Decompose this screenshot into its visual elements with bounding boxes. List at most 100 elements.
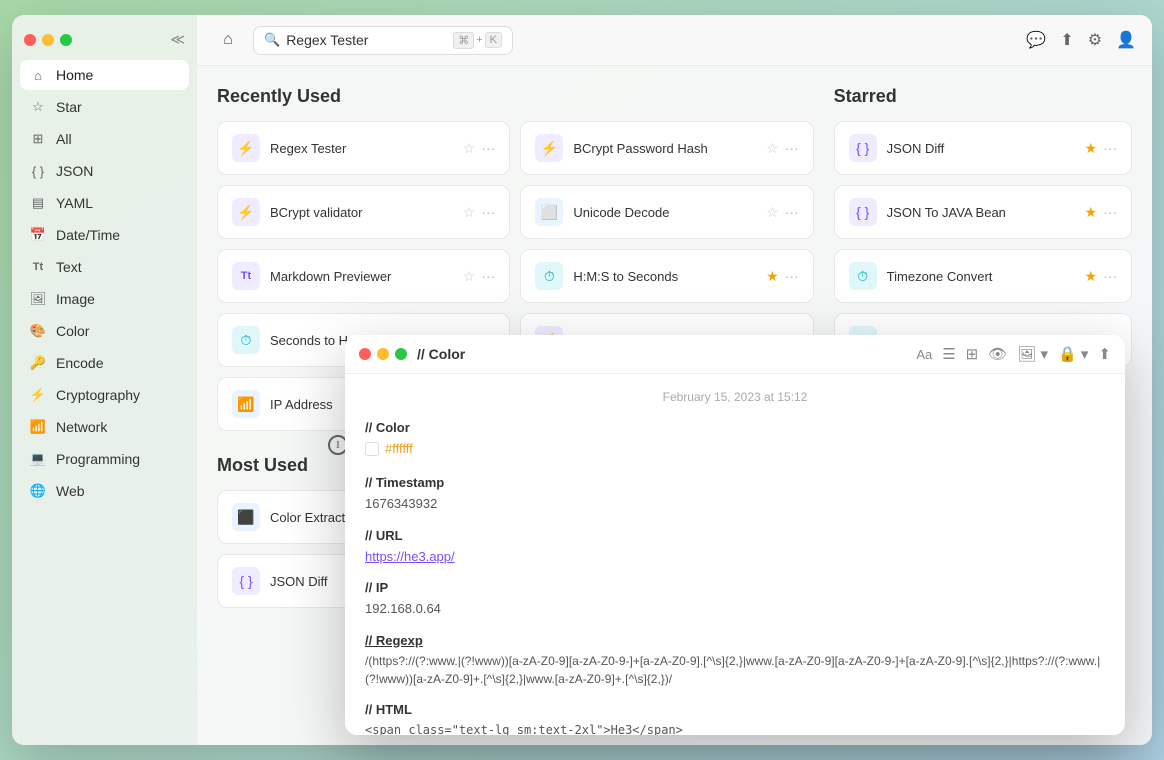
collapse-sidebar-button[interactable]: ≪	[170, 31, 185, 48]
grid-view-icon[interactable]: ⊞	[966, 345, 979, 363]
tool-card-bcrypt-hash[interactable]: ⚡ BCrypt Password Hash ☆ ···	[520, 121, 813, 175]
lock-icon[interactable]: 🔒 ▾	[1058, 345, 1088, 363]
sidebar-item-programming[interactable]: 💻 Programming	[20, 444, 189, 474]
more-bcrypt-validator[interactable]: ···	[481, 204, 495, 220]
more-hms-to-seconds[interactable]: ···	[785, 268, 799, 284]
tool-name-unicode-decode: Unicode Decode	[573, 205, 756, 220]
more-bcrypt-hash[interactable]: ···	[785, 140, 799, 156]
more-timezone-starred[interactable]: ···	[1103, 268, 1117, 284]
minimize-button[interactable]	[42, 34, 54, 46]
tool-icon-json-diff-starred: { }	[849, 134, 877, 162]
star-markdown[interactable]: ☆	[463, 268, 476, 285]
star-timezone-starred[interactable]: ★	[1084, 268, 1097, 285]
sidebar-item-json[interactable]: { } JSON	[20, 156, 189, 186]
maximize-button[interactable]	[60, 34, 72, 46]
sidebar-item-programming-label: Programming	[56, 451, 140, 467]
home-button[interactable]: ⌂	[213, 25, 243, 55]
star-json-diff-starred[interactable]: ★	[1084, 140, 1097, 157]
user-icon[interactable]: 👤	[1116, 30, 1136, 50]
list-view-icon[interactable]: ☰	[942, 345, 955, 363]
modal-url-value[interactable]: https://he3.app/	[365, 547, 1105, 567]
sidebar-item-text[interactable]: Tt Text	[20, 252, 189, 282]
more-json-java[interactable]: ···	[1103, 204, 1117, 220]
sidebar-item-datetime[interactable]: 📅 Date/Time	[20, 220, 189, 250]
tool-icon-markdown: Tt	[232, 262, 260, 290]
modal-close-button[interactable]	[359, 348, 371, 360]
home-icon: ⌂	[30, 67, 46, 83]
cmd-key: ⌘	[453, 32, 474, 49]
modal-body: February 15, 2023 at 15:12 // Color #fff…	[345, 374, 1125, 735]
yaml-icon: ▤	[30, 195, 46, 211]
tool-card-unicode-decode[interactable]: ⬜ Unicode Decode ☆ ···	[520, 185, 813, 239]
star-json-java[interactable]: ★	[1084, 204, 1097, 221]
card-actions-regex: ☆ ···	[463, 140, 496, 157]
network-icon: 📶	[30, 419, 46, 435]
export-icon[interactable]: ⬆	[1098, 345, 1111, 363]
modal-maximize-button[interactable]	[395, 348, 407, 360]
tool-icon-unicode-decode: ⬜	[535, 198, 563, 226]
more-regex-tester[interactable]: ···	[481, 140, 495, 156]
settings-icon[interactable]: ⚙	[1088, 30, 1102, 50]
sidebar-item-yaml[interactable]: ▤ YAML	[20, 188, 189, 218]
tool-card-json-diff-starred[interactable]: { } JSON Diff ★ ···	[834, 121, 1132, 175]
tool-icon-json-java: { }	[849, 198, 877, 226]
modal-ip-label: // IP	[365, 580, 1105, 595]
sidebar-item-text-label: Text	[56, 259, 82, 275]
eye-icon[interactable]: 👁	[988, 345, 1007, 363]
sidebar-item-star-label: Star	[56, 99, 82, 115]
sidebar-item-home[interactable]: ⌂ Home	[20, 60, 189, 90]
sidebar-item-star[interactable]: ☆ Star	[20, 92, 189, 122]
more-json-diff-starred[interactable]: ···	[1103, 140, 1117, 156]
modal-url-label: // URL	[365, 528, 1105, 543]
more-unicode-decode[interactable]: ···	[785, 204, 799, 220]
url-link[interactable]: https://he3.app/	[365, 549, 455, 564]
sidebar-item-web[interactable]: 🌐 Web	[20, 476, 189, 506]
card-actions-unicode-decode: ☆ ···	[766, 204, 799, 221]
tool-icon-json-diff-most: { }	[232, 567, 260, 595]
tool-card-markdown[interactable]: Tt Markdown Previewer ☆ ···	[217, 249, 510, 303]
modal-date: February 15, 2023 at 15:12	[365, 390, 1105, 404]
message-icon[interactable]: 💬	[1026, 30, 1046, 50]
tool-card-timezone-starred[interactable]: ⏱ Timezone Convert ★ ···	[834, 249, 1132, 303]
card-actions-timezone-starred: ★ ···	[1084, 268, 1117, 285]
sidebar-item-datetime-label: Date/Time	[56, 227, 120, 243]
star-hms-to-seconds[interactable]: ★	[766, 268, 779, 285]
sidebar-item-color[interactable]: 🎨 Color	[20, 316, 189, 346]
tool-icon-color-extraction: ⬛	[232, 503, 260, 531]
sidebar-item-image[interactable]: 🖼 Image	[20, 284, 189, 314]
modal-title: // Color	[417, 346, 906, 362]
close-button[interactable]	[24, 34, 36, 46]
modal-minimize-button[interactable]	[377, 348, 389, 360]
more-markdown[interactable]: ···	[481, 268, 495, 284]
tool-name-bcrypt-validator: BCrypt validator	[270, 205, 453, 220]
color-swatch: #ffffff	[365, 439, 413, 459]
search-bar[interactable]: 🔍 ⌘ + K	[253, 26, 513, 55]
sidebar-item-all[interactable]: ⊞ All	[20, 124, 189, 154]
sidebar-item-yaml-label: YAML	[56, 195, 93, 211]
sidebar-item-cryptography[interactable]: ⚡ Cryptography	[20, 380, 189, 410]
modal-ip-value: 192.168.0.64	[365, 599, 1105, 619]
image-icon: 🖼	[30, 291, 46, 307]
sidebar-item-network-label: Network	[56, 419, 107, 435]
tool-card-regex-tester[interactable]: ⚡ Regex Tester ☆ ···	[217, 121, 510, 175]
modal-timestamp-value: 1676343932	[365, 494, 1105, 514]
star-regex-tester[interactable]: ☆	[463, 140, 476, 157]
web-icon: 🌐	[30, 483, 46, 499]
share-icon[interactable]: ⬆	[1060, 30, 1073, 50]
tool-card-hms-to-seconds[interactable]: ⏱ H:M:S to Seconds ★ ···	[520, 249, 813, 303]
star-unicode-decode[interactable]: ☆	[766, 204, 779, 221]
star-bcrypt-hash[interactable]: ☆	[766, 140, 779, 157]
search-input[interactable]	[286, 32, 447, 48]
color-modal[interactable]: // Color Aa ☰ ⊞ 👁 🖼 ▾ 🔒 ▾ ⬆ February 15,…	[345, 335, 1125, 735]
tool-card-bcrypt-validator[interactable]: ⚡ BCrypt validator ☆ ···	[217, 185, 510, 239]
image-modal-icon[interactable]: 🖼 ▾	[1017, 345, 1048, 363]
sidebar-item-all-label: All	[56, 131, 72, 147]
font-size-icon[interactable]: Aa	[916, 347, 932, 362]
tool-card-json-java[interactable]: { } JSON To JAVA Bean ★ ···	[834, 185, 1132, 239]
search-shortcut: ⌘ + K	[453, 32, 502, 49]
link-icon: ⊞	[30, 131, 46, 147]
sidebar-item-network[interactable]: 📶 Network	[20, 412, 189, 442]
star-bcrypt-validator[interactable]: ☆	[463, 204, 476, 221]
sidebar-item-encode[interactable]: 🔑 Encode	[20, 348, 189, 378]
sidebar-header: ≪	[12, 27, 197, 60]
